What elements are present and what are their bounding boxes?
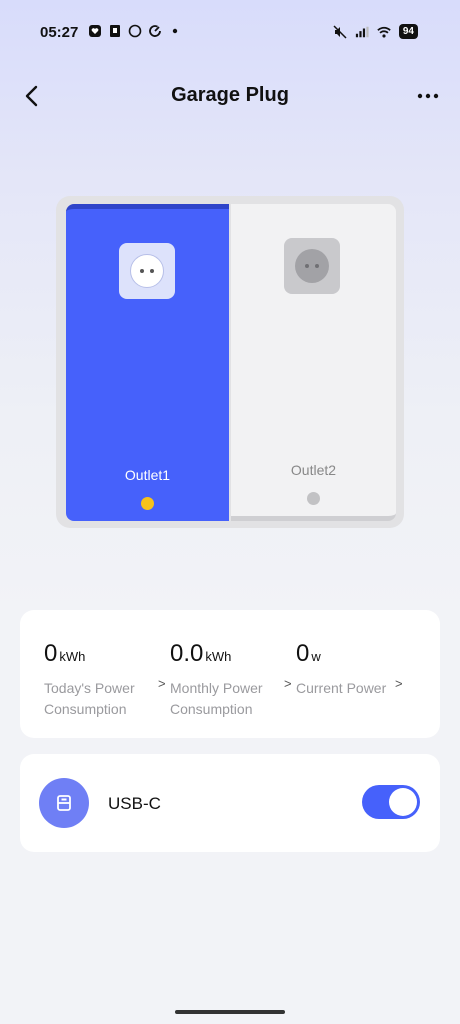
more-options-button[interactable] [414, 82, 442, 110]
today-unit: kWh [59, 649, 86, 664]
status-time: 05:27 [40, 24, 79, 41]
status-left-icons [88, 24, 182, 38]
usb-card: USB-C [20, 754, 440, 852]
chevron-right-icon: > [158, 676, 166, 691]
today-power-stat[interactable]: 0 kWh Today's Power Consumption [44, 640, 169, 720]
monthly-power-stat[interactable]: 0.0 kWh Monthly Power Consumption [170, 640, 295, 720]
current-value: 0 [296, 640, 310, 667]
socket-icon [284, 238, 340, 294]
mute-icon [333, 24, 347, 39]
page-title: Garage Plug [171, 84, 289, 106]
today-value: 0 [44, 640, 58, 667]
monthly-value: 0.0 [170, 640, 204, 667]
wifi-icon [377, 25, 391, 39]
battery-indicator: 94 [398, 24, 418, 39]
outlet-2-status-dot [307, 492, 320, 505]
socket-icon [119, 243, 175, 299]
energy-card: 0 kWh Today's Power Consumption > 0.0 kWh … [20, 610, 440, 738]
usb-toggle-switch[interactable] [362, 785, 420, 819]
dot-icon [168, 24, 182, 38]
usb-port-icon [39, 778, 89, 828]
home-indicator[interactable] [175, 1010, 285, 1014]
heart-shield-icon [88, 24, 102, 38]
today-label: Today's Power Consumption [44, 680, 135, 717]
outlet-1-label: Outlet1 [124, 467, 171, 483]
signal-icon [355, 25, 369, 39]
current-label: Current Power [296, 680, 387, 696]
usb-label: USB-C [108, 794, 161, 813]
status-bar: 05:27 94 [0, 0, 460, 68]
outlet-1-toggle[interactable]: Outlet1 [66, 204, 229, 521]
outlet-1-status-dot [141, 497, 154, 510]
sim-card-icon [108, 24, 122, 38]
plug-device: Outlet1 Outlet2 [56, 196, 404, 528]
chevron-right-icon: > [284, 676, 292, 691]
monthly-unit: kWh [205, 649, 232, 664]
refresh-icon [148, 24, 162, 38]
header: Garage Plug [0, 76, 460, 116]
current-power-stat[interactable]: 0w Current Power [296, 640, 436, 699]
status-right-icons: 94 [333, 24, 418, 39]
monthly-label: Monthly Power Consumption [170, 680, 263, 717]
circle-icon [128, 24, 142, 38]
chevron-right-icon: > [395, 676, 403, 691]
more-horizontal-icon [417, 93, 439, 99]
current-unit: w [311, 649, 321, 664]
outlet-2-label: Outlet2 [290, 462, 337, 478]
toggle-knob [389, 788, 417, 816]
outlet-2-toggle[interactable]: Outlet2 [231, 204, 396, 521]
